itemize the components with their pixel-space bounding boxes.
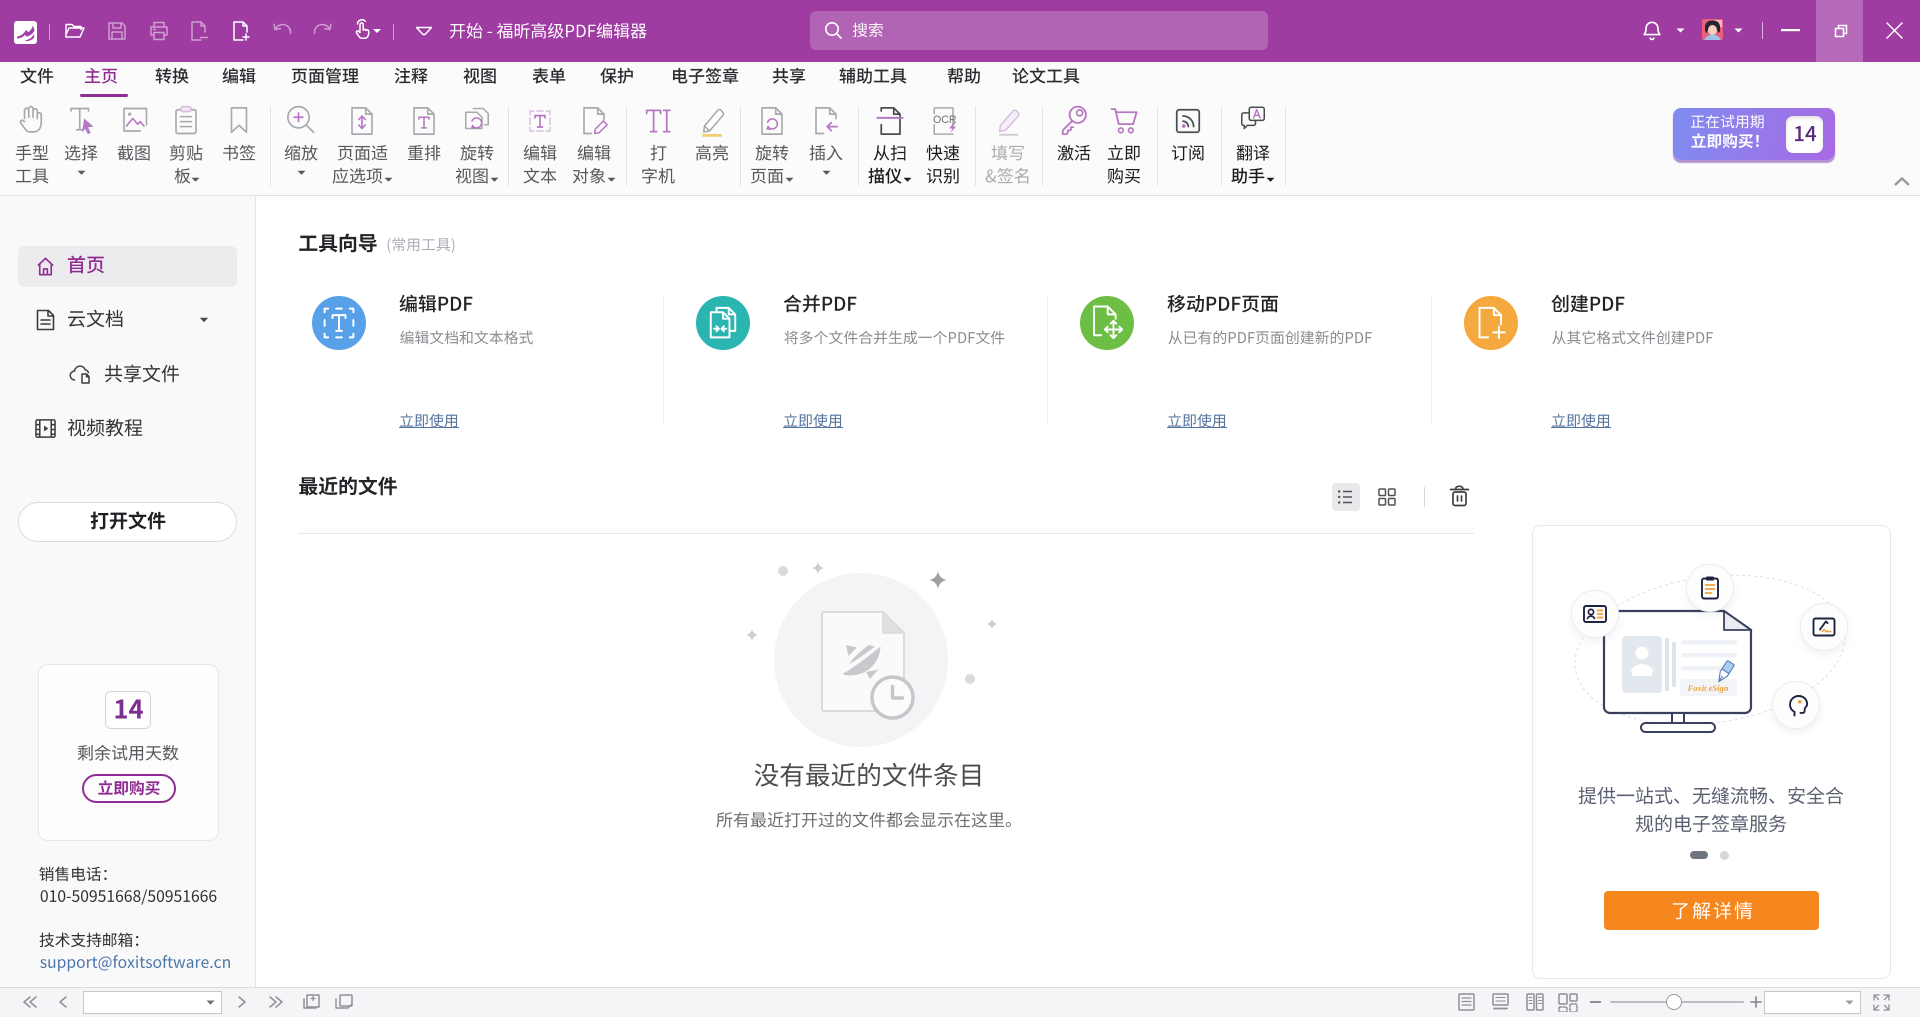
svg-text:Foxit eSign: Foxit eSign (1687, 683, 1729, 693)
